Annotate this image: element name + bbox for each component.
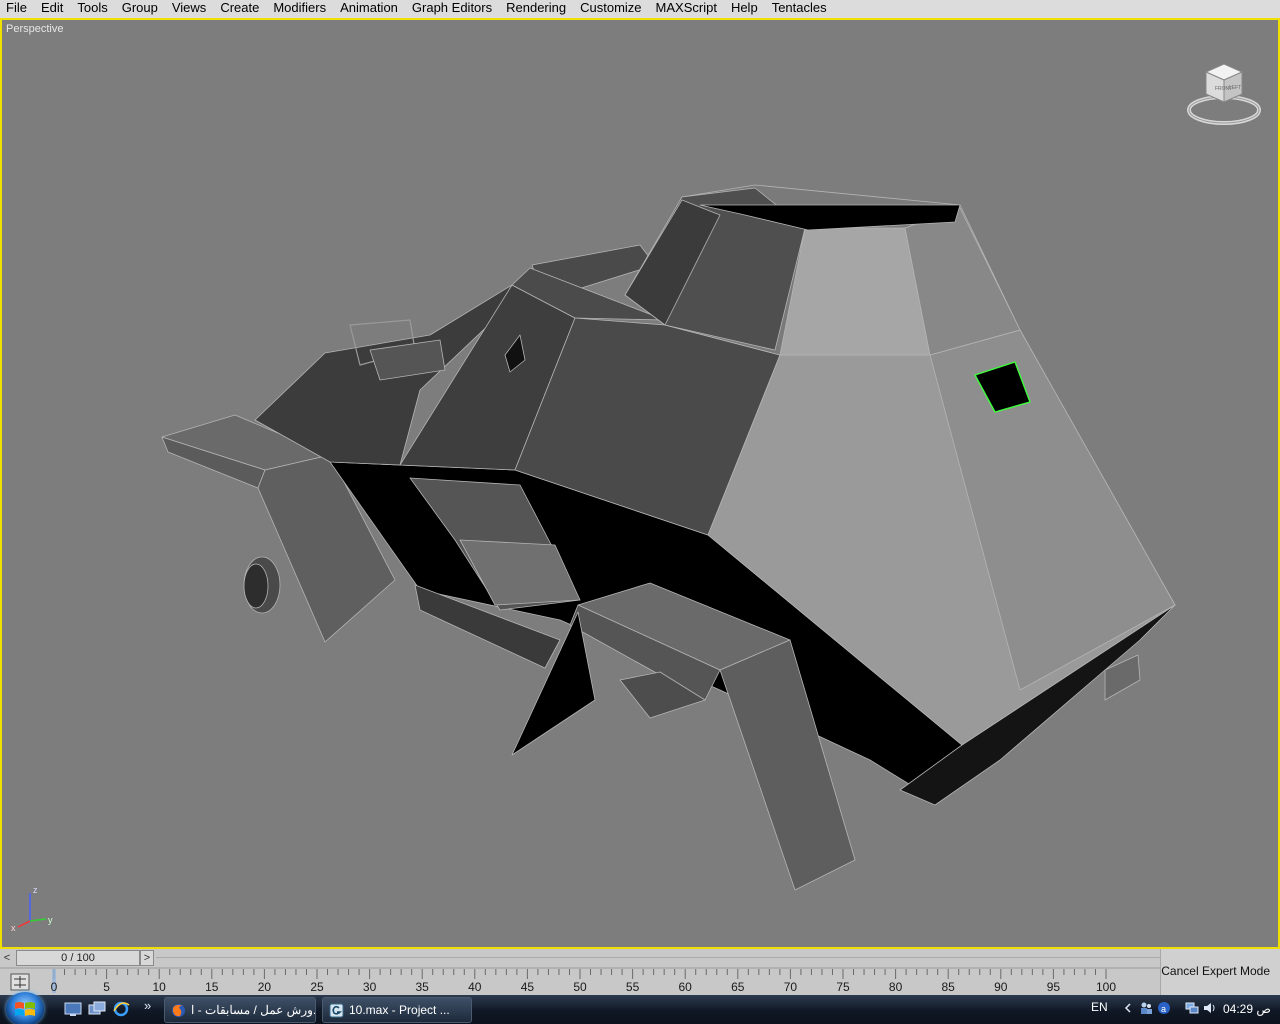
app-window: File Edit Tools Group Views Create Modif… [0,0,1280,1024]
perspective-viewport[interactable]: Perspective FRONT LEFT z x y [0,18,1280,949]
svg-text:a: a [1161,1004,1166,1014]
track-bar[interactable]: 0 5 10 15 20 25 30 35 40 45 50 55 60 65 70 75 80 85 90 95 10… [0,967,1160,995]
time-slider-track[interactable] [156,957,1160,958]
tick-label: 90 [994,980,1008,994]
status-panel: Cancel Expert Mode [1160,949,1280,995]
menu-animation[interactable]: Animation [333,0,405,18]
axis-x-label: x [11,923,16,933]
menu-edit[interactable]: Edit [34,0,70,18]
time-slider-row: < 0 / 100 > [0,949,1160,967]
taskbar: » ورش عمل / مسابقات - ا... 10.max - Proj… [0,992,1280,1024]
clock[interactable]: 04:29 ص [1223,1002,1271,1016]
cancel-expert-mode-button[interactable]: Cancel Expert Mode [1161,964,1270,978]
internet-explorer-icon[interactable] [112,1001,130,1017]
quicklaunch-more-button[interactable]: » [144,998,151,1013]
tick-label: 30 [362,980,377,994]
volume-icon[interactable] [1203,1001,1217,1015]
users-icon[interactable] [1139,1001,1153,1015]
tick-label: 85 [941,980,955,994]
taskbar-item-label: 10.max - Project ... [349,1003,450,1017]
tick-label: 45 [520,980,535,994]
menu-tentacles[interactable]: Tentacles [765,0,834,18]
axis-tripod-icon: z x y [11,885,53,933]
curve-editor-icon[interactable] [10,973,30,991]
tick-label: 15 [205,980,219,994]
menu-create[interactable]: Create [213,0,266,18]
taskbar-item-3dsmax[interactable]: 10.max - Project ... [322,997,472,1023]
tick-label: 80 [888,980,903,994]
language-indicator[interactable]: EN [1091,1000,1108,1014]
menu-tools[interactable]: Tools [70,0,114,18]
tick-label: 50 [573,980,587,994]
menu-modifiers[interactable]: Modifiers [266,0,333,18]
menu-file[interactable]: File [0,0,34,18]
taskbar-item-firefox[interactable]: ورش عمل / مسابقات - ا... [164,997,316,1023]
menu-rendering[interactable]: Rendering [499,0,573,18]
shield-icon[interactable]: a [1157,1001,1171,1015]
time-prev-button[interactable]: < [0,950,14,966]
time-slider[interactable]: 0 / 100 [16,950,140,966]
menu-help[interactable]: Help [724,0,765,18]
windows-logo-icon [15,1002,35,1016]
menu-graph-editors[interactable]: Graph Editors [405,0,499,18]
axis-y-label: y [48,915,53,925]
tick-label: 55 [625,980,640,994]
tick-label: 25 [310,980,324,994]
viewport-label[interactable]: Perspective [6,23,63,35]
time-next-button[interactable]: > [140,950,154,966]
switch-windows-icon[interactable] [88,1001,106,1017]
start-button[interactable] [6,992,44,1024]
menu-views[interactable]: Views [165,0,213,18]
viewcube-right-label: LEFT [1229,85,1241,91]
tick-label: 10 [152,980,166,994]
axis-z-label: z [33,885,38,895]
taskbar-item-label: ورش عمل / مسابقات - ا... [191,1003,316,1017]
menu-group[interactable]: Group [115,0,165,18]
chevron-left-icon[interactable] [1121,1001,1135,1015]
vehicle-model[interactable] [2,20,1278,947]
3dsmax-icon [329,1003,344,1018]
menu-bar: File Edit Tools Group Views Create Modif… [0,0,1280,18]
tick-label: 60 [678,980,692,994]
firefox-icon [172,1004,185,1017]
tick-label: 75 [836,980,850,994]
menu-customize[interactable]: Customize [573,0,648,18]
menu-maxscript[interactable]: MAXScript [649,0,724,18]
tick-label: 5 [103,980,110,994]
tick-label: 70 [783,980,798,994]
tick-label: 35 [415,980,429,994]
tick-label: 100 [1095,980,1117,994]
tick-label: 0 [50,980,58,994]
show-desktop-icon[interactable] [64,1001,82,1017]
tick-label: 20 [257,980,272,994]
tick-label: 40 [468,980,482,994]
viewcube-icon[interactable]: FRONT LEFT [1186,56,1262,128]
network-icon[interactable] [1185,1001,1199,1015]
tick-label: 95 [1046,980,1061,994]
tick-label: 65 [731,980,745,994]
